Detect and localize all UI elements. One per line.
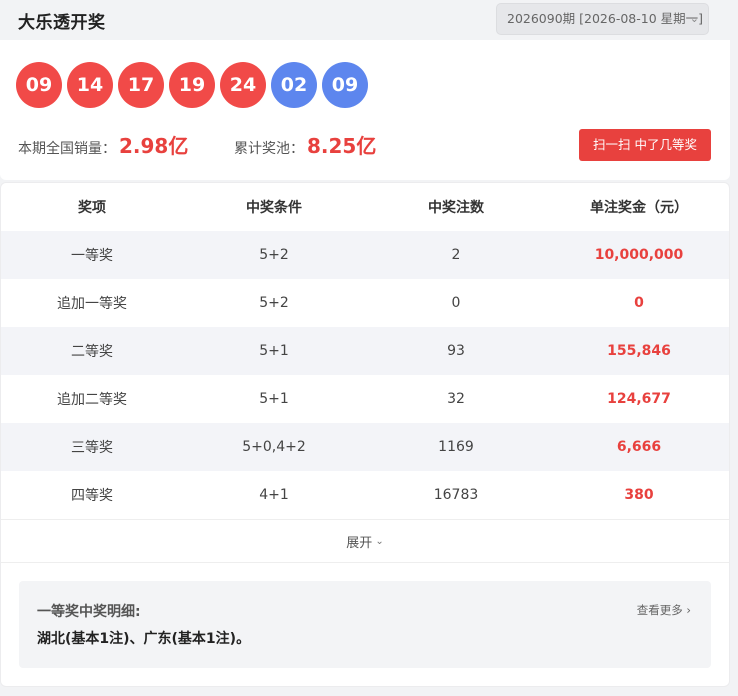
column-header-condition: 中奖条件	[246, 200, 302, 216]
prize-condition: 4+1	[259, 487, 289, 503]
prize-condition: 5+2	[259, 247, 289, 263]
prize-amount: 10,000,000	[594, 247, 684, 263]
prize-name: 四等奖	[71, 488, 113, 504]
sales-label: 本期全国销量：	[18, 141, 116, 157]
column-header-prize: 奖项	[78, 200, 106, 216]
front-ball: 14	[67, 62, 113, 108]
front-ball: 09	[16, 62, 62, 108]
first-prize-detail: 一等奖中奖明细: 查看更多 › 湖北(基本1注)、广东(基本1注)。	[19, 581, 711, 668]
page-title: 大乐透开奖	[18, 13, 106, 33]
prize-amount: 155,846	[607, 343, 671, 359]
table-row: 追加二等奖 5+1 32 124,677	[1, 375, 729, 423]
prize-winners: 93	[447, 343, 465, 359]
issue-select-value: 2026090期 [2026-08-10 星期一]	[507, 11, 704, 26]
draw-summary-card: 大乐透开奖 2026090期 [2026-08-10 星期一] ⌄ 09 14 …	[0, 0, 730, 180]
prize-condition: 5+0,4+2	[242, 439, 306, 455]
title-bar: 大乐透开奖 2026090期 [2026-08-10 星期一] ⌄	[0, 0, 730, 40]
prize-condition: 5+1	[259, 343, 289, 359]
front-ball: 17	[118, 62, 164, 108]
prize-winners: 0	[451, 295, 461, 311]
view-more-label: 查看更多	[636, 603, 683, 617]
issue-select[interactable]: 2026090期 [2026-08-10 星期一] ⌄	[496, 3, 709, 35]
prize-amount: 124,677	[607, 391, 671, 407]
prize-table-card: 奖项 中奖条件 中奖注数 单注奖金（元） 一等奖 5+2 2 10,000,00…	[0, 182, 730, 687]
prize-amount: 6,666	[616, 439, 662, 455]
chevron-right-icon: ›	[686, 603, 691, 617]
pool-label: 累计奖池：	[234, 141, 304, 157]
prize-condition: 5+2	[259, 295, 289, 311]
view-more-link[interactable]: 查看更多 ›	[637, 602, 691, 618]
prize-amount: 380	[624, 487, 654, 503]
prize-name: 追加二等奖	[57, 392, 127, 408]
table-row: 四等奖 4+1 16783 380	[1, 471, 729, 519]
expand-button[interactable]: 展开 ⌄	[1, 519, 729, 563]
table-row: 三等奖 5+0,4+2 1169 6,666	[1, 423, 729, 471]
column-header-amount: 单注奖金（元）	[590, 200, 688, 216]
prize-name: 一等奖	[71, 248, 113, 264]
detail-text: 湖北(基本1注)、广东(基本1注)。	[37, 631, 251, 647]
pool-value: 8.25亿	[307, 134, 377, 158]
table-row: 一等奖 5+2 2 10,000,000	[1, 231, 729, 279]
prize-name: 二等奖	[71, 344, 113, 360]
chevron-down-icon: ⌄	[689, 12, 699, 25]
scan-check-button[interactable]: 扫一扫 中了几等奖	[579, 129, 711, 161]
expand-label: 展开	[346, 535, 373, 551]
back-ball: 02	[271, 62, 317, 108]
prize-condition: 5+1	[259, 391, 289, 407]
sales-info: 本期全国销量： 2.98亿	[18, 130, 188, 159]
table-row: 二等奖 5+1 93 155,846	[1, 327, 729, 375]
column-header-winners: 中奖注数	[428, 200, 484, 216]
chevron-down-icon: ⌄	[375, 535, 384, 547]
prize-amount: 0	[634, 295, 644, 311]
front-ball: 19	[169, 62, 215, 108]
detail-title: 一等奖中奖明细:	[37, 604, 141, 620]
prize-name: 三等奖	[71, 440, 113, 456]
prize-winners: 1169	[438, 439, 474, 455]
prize-winners: 2	[451, 247, 461, 263]
sales-value: 2.98亿	[119, 134, 189, 158]
back-ball: 09	[322, 62, 368, 108]
prize-name: 追加一等奖	[57, 296, 127, 312]
winning-numbers: 09 14 17 19 24 02 09	[16, 62, 373, 108]
pool-info: 累计奖池： 8.25亿	[234, 130, 376, 159]
prize-winners: 32	[447, 391, 465, 407]
prize-winners: 16783	[433, 487, 479, 503]
front-ball: 24	[220, 62, 266, 108]
table-row: 追加一等奖 5+2 0 0	[1, 279, 729, 327]
table-header: 奖项 中奖条件 中奖注数 单注奖金（元）	[1, 183, 729, 231]
